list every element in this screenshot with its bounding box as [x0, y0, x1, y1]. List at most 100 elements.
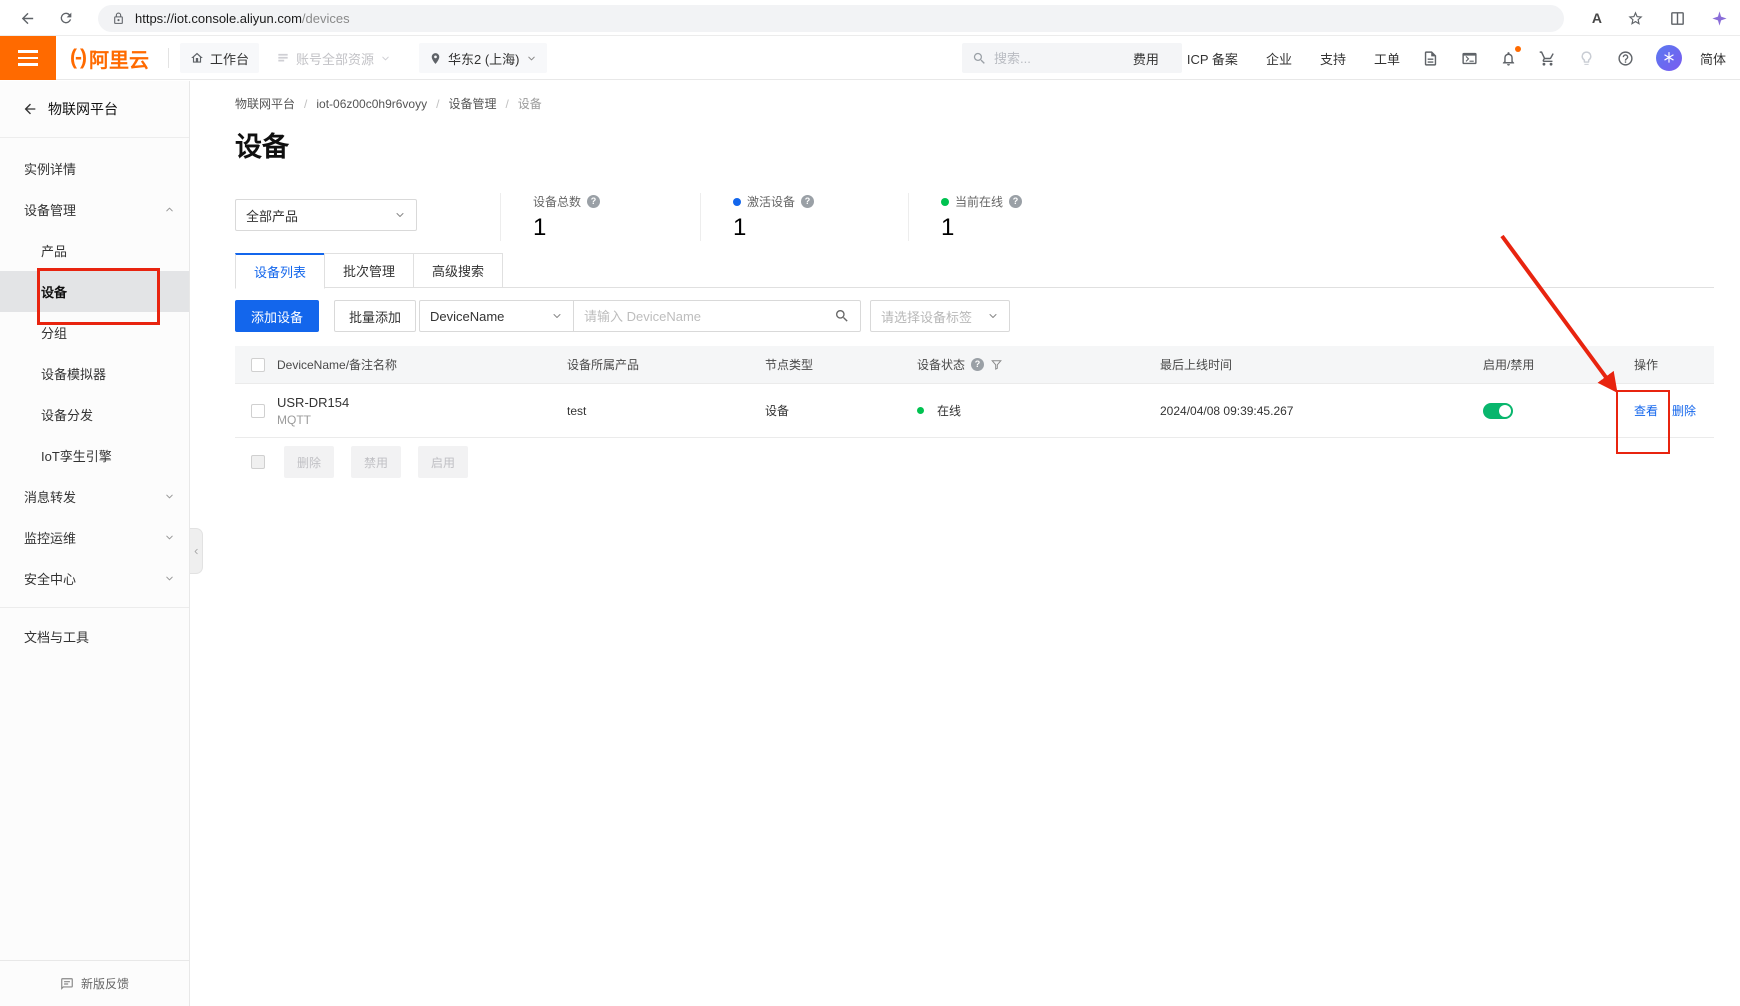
user-avatar[interactable]	[1656, 45, 1682, 71]
device-tag-placeholder: 请选择设备标签	[881, 307, 972, 326]
filter-funnel-icon[interactable]	[990, 358, 1003, 371]
workbench-label: 工作台	[210, 49, 249, 68]
add-device-button[interactable]: 添加设备	[235, 300, 319, 332]
nav-link-billing[interactable]: 费用	[1133, 49, 1159, 68]
browser-back-button[interactable]	[15, 6, 39, 30]
nav-link-support[interactable]: 支持	[1320, 49, 1346, 68]
nav-link-enterprise[interactable]: 企业	[1266, 49, 1292, 68]
split-screen-icon[interactable]	[1669, 10, 1686, 27]
bulk-delete-button[interactable]: 删除	[284, 446, 334, 478]
stat-divider	[500, 193, 501, 241]
main-content: 物联网平台 / iot-06z00c0h9r6voyy / 设备管理 / 设备 …	[191, 81, 1740, 1006]
tab-advanced-search[interactable]: 高级搜索	[413, 253, 503, 288]
aliyun-logo[interactable]: (-) 阿里云	[70, 36, 149, 80]
breadcrumb-current: 设备	[518, 95, 542, 112]
cloud-shell-icon[interactable]	[1461, 50, 1478, 67]
nav-link-tickets[interactable]: 工单	[1374, 49, 1400, 68]
product-filter-value: 全部产品	[246, 206, 298, 225]
sidebar-item-message-forwarding[interactable]: 消息转发	[0, 476, 189, 517]
device-tag-select[interactable]: 请选择设备标签	[870, 300, 1010, 332]
sidebar-item-label: 分组	[41, 323, 67, 342]
resources-grid-icon	[276, 51, 290, 65]
sidebar-title: 物联网平台	[48, 99, 118, 119]
notification-dot	[1515, 46, 1521, 52]
sidebar-item-monitoring-ops[interactable]: 监控运维	[0, 517, 189, 558]
enable-toggle[interactable]	[1483, 403, 1513, 419]
device-node-type: 设备	[765, 402, 917, 419]
column-enable-disable: 启用/禁用	[1471, 356, 1626, 373]
read-aloud-icon[interactable]: A	[1592, 10, 1602, 26]
sidebar-item-security-center[interactable]: 安全中心	[0, 558, 189, 599]
stat-total-devices: 设备总数 1	[533, 193, 600, 242]
sidebar-item-device-distribution[interactable]: 设备分发	[0, 394, 189, 435]
url-text: https://iot.console.aliyun.com/devices	[135, 11, 350, 26]
help-icon[interactable]	[587, 195, 600, 208]
column-node-type: 节点类型	[765, 356, 917, 373]
sidebar-item-docs-tools[interactable]: 文档与工具	[0, 616, 189, 657]
sidebar-collapse-handle[interactable]	[190, 528, 203, 574]
help-icon[interactable]	[971, 358, 984, 371]
table-row: USR-DR154 MQTT test 设备 在线 2024/04/08 09:…	[235, 384, 1714, 438]
sidebar-item-devices[interactable]: 设备	[0, 271, 189, 312]
language-switcher[interactable]: 简体	[1700, 49, 1726, 68]
tab-batch-management[interactable]: 批次管理	[324, 253, 414, 288]
search-icon[interactable]	[834, 308, 850, 324]
url-bar[interactable]: https://iot.console.aliyun.com/devices	[98, 5, 1564, 32]
breadcrumb-iot-platform[interactable]: 物联网平台	[235, 95, 295, 112]
account-resources-dropdown[interactable]: 账号全部资源	[276, 36, 391, 80]
help-icon[interactable]	[1009, 195, 1022, 208]
help-circle-icon[interactable]	[1617, 50, 1634, 67]
sidebar-item-label: 实例详情	[24, 159, 76, 178]
aliyun-logo-text: 阿里云	[89, 44, 149, 73]
sidebar-item-device-management[interactable]: 设备管理	[0, 189, 189, 230]
sidebar-item-label: 消息转发	[24, 487, 76, 506]
column-actions: 操作	[1626, 356, 1698, 373]
breadcrumb-device-management[interactable]: 设备管理	[448, 95, 496, 112]
stat-divider	[700, 193, 701, 241]
bulk-disable-button[interactable]: 禁用	[351, 446, 401, 478]
breadcrumb: 物联网平台 / iot-06z00c0h9r6voyy / 设备管理 / 设备	[235, 95, 542, 112]
help-icon[interactable]	[801, 195, 814, 208]
search-field-select[interactable]: DeviceName	[419, 300, 574, 332]
nav-link-icp[interactable]: ICP 备案	[1187, 49, 1238, 68]
sidebar-item-instance-details[interactable]: 实例详情	[0, 148, 189, 189]
browser-refresh-button[interactable]	[54, 6, 78, 30]
bulk-enable-button[interactable]: 启用	[418, 446, 468, 478]
stat-online-devices: 当前在线 1	[941, 193, 1022, 242]
sidebar-item-label: 安全中心	[24, 569, 76, 588]
shopping-cart-icon[interactable]	[1539, 50, 1556, 67]
delete-action-link[interactable]: 删除	[1672, 402, 1696, 419]
lightbulb-icon[interactable]	[1578, 50, 1595, 67]
sidebar-item-products[interactable]: 产品	[0, 230, 189, 271]
bulk-action-bar: 删除 禁用 启用	[235, 446, 468, 478]
workbench-button[interactable]: 工作台	[180, 43, 259, 73]
column-last-online: 最后上线时间	[1160, 356, 1471, 373]
top-nav-right: 费用 ICP 备案 企业 支持 工单 简体	[1105, 36, 1726, 80]
region-selector[interactable]: 华东2 (上海)	[419, 43, 547, 73]
select-all-checkbox[interactable]	[251, 358, 265, 372]
device-search-input[interactable]	[584, 309, 834, 324]
feedback-button[interactable]: 新版反馈	[0, 960, 189, 1006]
collections-icon[interactable]	[1711, 10, 1728, 27]
row-checkbox[interactable]	[251, 404, 265, 418]
sidebar-item-label: 设备管理	[24, 200, 76, 219]
batch-add-button[interactable]: 批量添加	[334, 300, 416, 332]
breadcrumb-instance-id[interactable]: iot-06z00c0h9r6voyy	[316, 97, 427, 111]
product-filter-select[interactable]: 全部产品	[235, 199, 417, 231]
sidebar-item-iot-twin-engine[interactable]: IoT孪生引擎	[0, 435, 189, 476]
bulk-select-checkbox[interactable]	[251, 455, 265, 469]
tab-device-list[interactable]: 设备列表	[235, 253, 325, 289]
sidebar-item-groups[interactable]: 分组	[0, 312, 189, 353]
sidebar-header[interactable]: 物联网平台	[0, 81, 189, 138]
favorites-star-icon[interactable]	[1627, 10, 1644, 27]
device-name-link[interactable]: USR-DR154	[277, 395, 567, 410]
sidebar-item-device-simulator[interactable]: 设备模拟器	[0, 353, 189, 394]
stat-label: 设备总数	[533, 193, 581, 210]
notification-bell-icon[interactable]	[1500, 50, 1517, 67]
stat-divider	[908, 193, 909, 241]
hamburger-menu-button[interactable]	[0, 36, 56, 80]
view-action-link[interactable]: 查看	[1634, 402, 1658, 419]
api-doc-icon[interactable]	[1422, 50, 1439, 67]
online-dot-icon	[917, 407, 924, 414]
stat-label: 当前在线	[955, 193, 1003, 210]
